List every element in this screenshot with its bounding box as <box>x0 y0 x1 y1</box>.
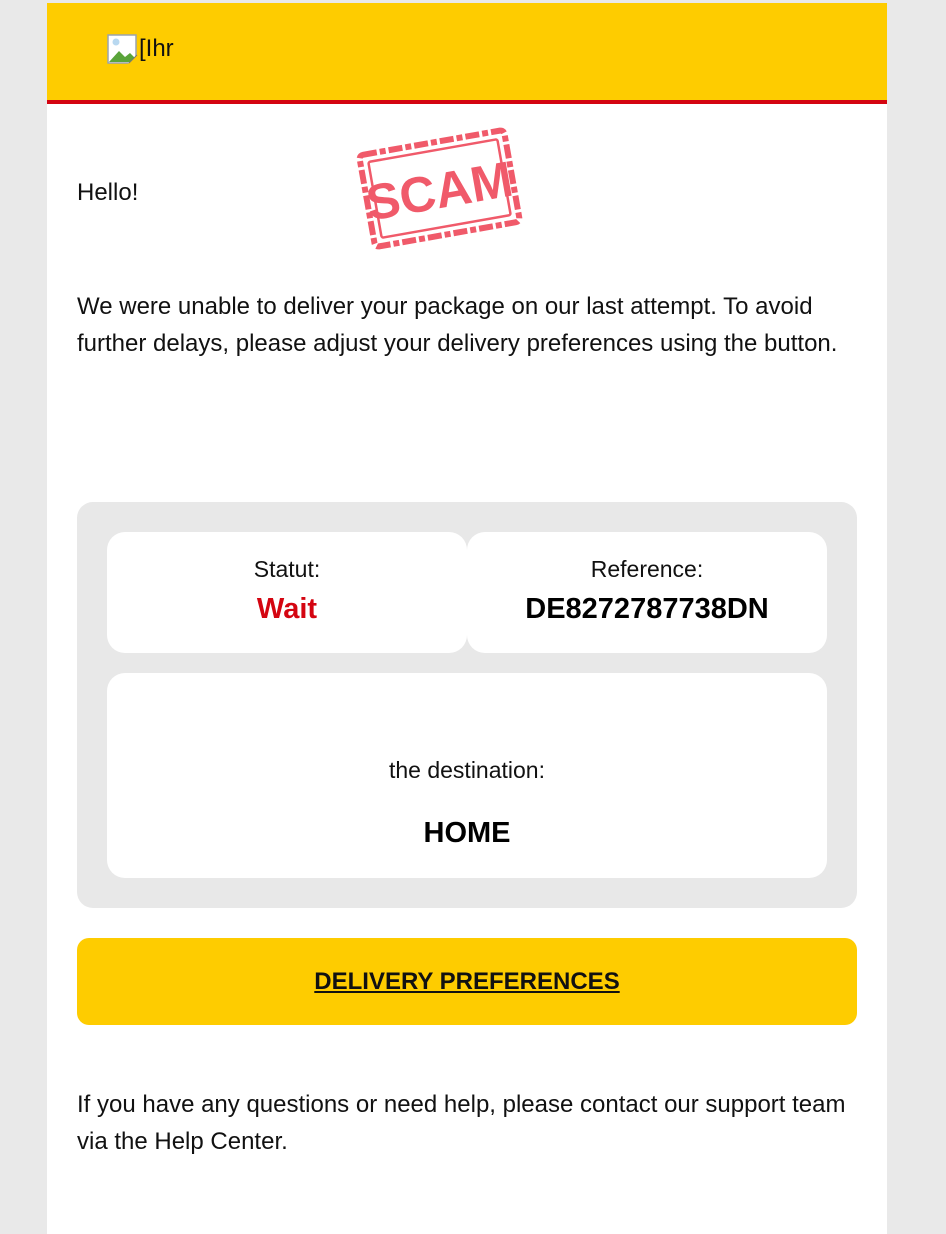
status-value: Wait <box>256 593 318 625</box>
broken-image-icon <box>107 34 139 65</box>
destination-value: HOME <box>423 817 511 849</box>
delivery-preferences-button[interactable]: DELIVERY PREFERENCES <box>77 938 857 1025</box>
scam-stamp: SCAM <box>356 127 523 250</box>
destination-card: the destination: HOME <box>107 673 827 878</box>
email-container: [Ihr Hello! SCAM We were unable to deliv… <box>47 3 887 1234</box>
destination-label: the destination: <box>388 757 545 783</box>
reference-card: Reference: DE8272787738DN <box>467 532 827 653</box>
logo-alt-text: [Ihr <box>139 35 174 62</box>
shipment-info-panel: Statut: Wait Reference: DE8272787738DN t… <box>77 502 857 908</box>
intro-paragraph: We were unable to deliver your package o… <box>77 293 838 357</box>
greeting: Hello! <box>77 179 139 206</box>
email-header: [Ihr <box>47 3 887 104</box>
support-paragraph: If you have any questions or need help, … <box>77 1091 846 1155</box>
reference-label: Reference: <box>590 556 704 582</box>
reference-value: DE8272787738DN <box>525 593 769 625</box>
status-label: Statut: <box>253 556 321 582</box>
status-card: Statut: Wait <box>107 532 467 653</box>
logo: [Ihr <box>107 33 174 65</box>
